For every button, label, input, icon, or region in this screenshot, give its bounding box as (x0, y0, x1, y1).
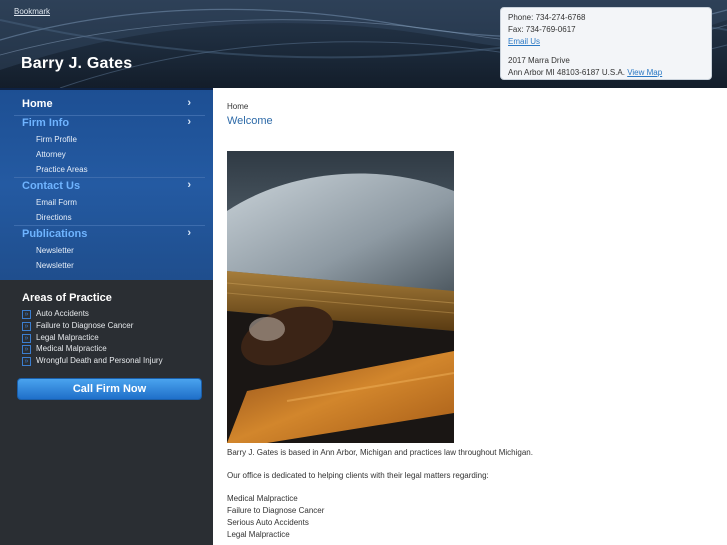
list-item: Legal Malpractice (227, 530, 290, 539)
nav-email-form[interactable]: Email Form (36, 198, 77, 207)
email-us-link[interactable]: Email Us (508, 37, 540, 46)
arrow-bullet-icon: » (22, 310, 31, 319)
street-text: 2017 Marra Drive (508, 56, 570, 65)
main-content: Home Welcome Barry J. Gates is based in … (213, 88, 727, 545)
nav-divider (14, 225, 205, 226)
main-nav: Home › Firm Info › Firm Profile Attorney… (0, 88, 213, 280)
list-item: Serious Auto Accidents (227, 518, 309, 527)
practice-link[interactable]: » Legal Malpractice (22, 333, 212, 344)
nav-practice-areas[interactable]: Practice Areas (36, 165, 88, 174)
site-header: Bookmark Barry J. Gates Phone: 734-274-6… (0, 0, 727, 88)
book-gavel-photo (227, 151, 454, 443)
arrow-bullet-icon: » (22, 357, 31, 366)
city-text: Ann Arbor MI 48103-6187 U.S.A. (508, 68, 625, 77)
practice-link[interactable]: » Medical Malpractice (22, 344, 212, 355)
arrow-bullet-icon: » (22, 345, 31, 354)
call-firm-now-button[interactable]: Call Firm Now (17, 378, 202, 400)
bookmark-link[interactable]: Bookmark (14, 7, 50, 16)
nav-contact-us[interactable]: Contact Us › (8, 179, 205, 195)
view-map-link[interactable]: View Map (627, 68, 662, 77)
nav-newsletter[interactable]: Newsletter (36, 261, 74, 270)
fax-text: Fax: 734-769-0617 (508, 25, 576, 34)
left-sidebar: Home › Firm Info › Firm Profile Attorney… (0, 88, 213, 545)
chevron-right-icon: › (187, 227, 191, 239)
nav-directions[interactable]: Directions (36, 213, 72, 222)
practice-link[interactable]: » Wrongful Death and Personal Injury (22, 356, 212, 367)
intro-paragraph: Barry J. Gates is based in Ann Arbor, Mi… (227, 448, 533, 457)
practice-link-label: Legal Malpractice (36, 333, 99, 342)
practice-link[interactable]: » Auto Accidents (22, 309, 212, 320)
nav-firm-profile[interactable]: Firm Profile (36, 135, 77, 144)
nav-publications-label: Publications (22, 228, 88, 240)
chevron-right-icon: › (187, 179, 191, 191)
practice-link-label: Medical Malpractice (36, 344, 107, 353)
arrow-bullet-icon: » (22, 322, 31, 331)
nav-home-label: Home (22, 98, 53, 110)
contact-box: Phone: 734-274-6768 Fax: 734-769-0617 Em… (500, 7, 712, 80)
areas-of-practice-title: Areas of Practice (22, 292, 112, 304)
nav-publications[interactable]: Publications › (8, 227, 205, 243)
chevron-right-icon: › (187, 97, 191, 109)
phone-text: Phone: 734-274-6768 (508, 13, 586, 22)
site-title: Barry J. Gates (21, 55, 133, 72)
page-title: Welcome (227, 115, 273, 127)
nav-newsletter[interactable]: Newsletter (36, 246, 74, 255)
nav-firm-info-label: Firm Info (22, 117, 70, 129)
nav-firm-info[interactable]: Firm Info › (8, 116, 205, 132)
practice-link[interactable]: » Failure to Diagnose Cancer (22, 321, 212, 332)
practice-link-label: Wrongful Death and Personal Injury (36, 356, 163, 365)
list-item: Failure to Diagnose Cancer (227, 506, 325, 515)
practice-link-label: Auto Accidents (36, 309, 89, 318)
nav-attorney[interactable]: Attorney (36, 150, 66, 159)
chevron-right-icon: › (187, 116, 191, 128)
breadcrumb[interactable]: Home (227, 102, 248, 111)
arrow-bullet-icon: » (22, 334, 31, 343)
nav-home[interactable]: Home › (8, 97, 205, 113)
city-line: Ann Arbor MI 48103-6187 U.S.A. View Map (508, 67, 704, 79)
nav-contact-us-label: Contact Us (22, 180, 81, 192)
services-intro: Our office is dedicated to helping clien… (227, 471, 489, 480)
practice-link-label: Failure to Diagnose Cancer (36, 321, 134, 330)
nav-divider (14, 177, 205, 178)
list-item: Medical Malpractice (227, 494, 298, 503)
